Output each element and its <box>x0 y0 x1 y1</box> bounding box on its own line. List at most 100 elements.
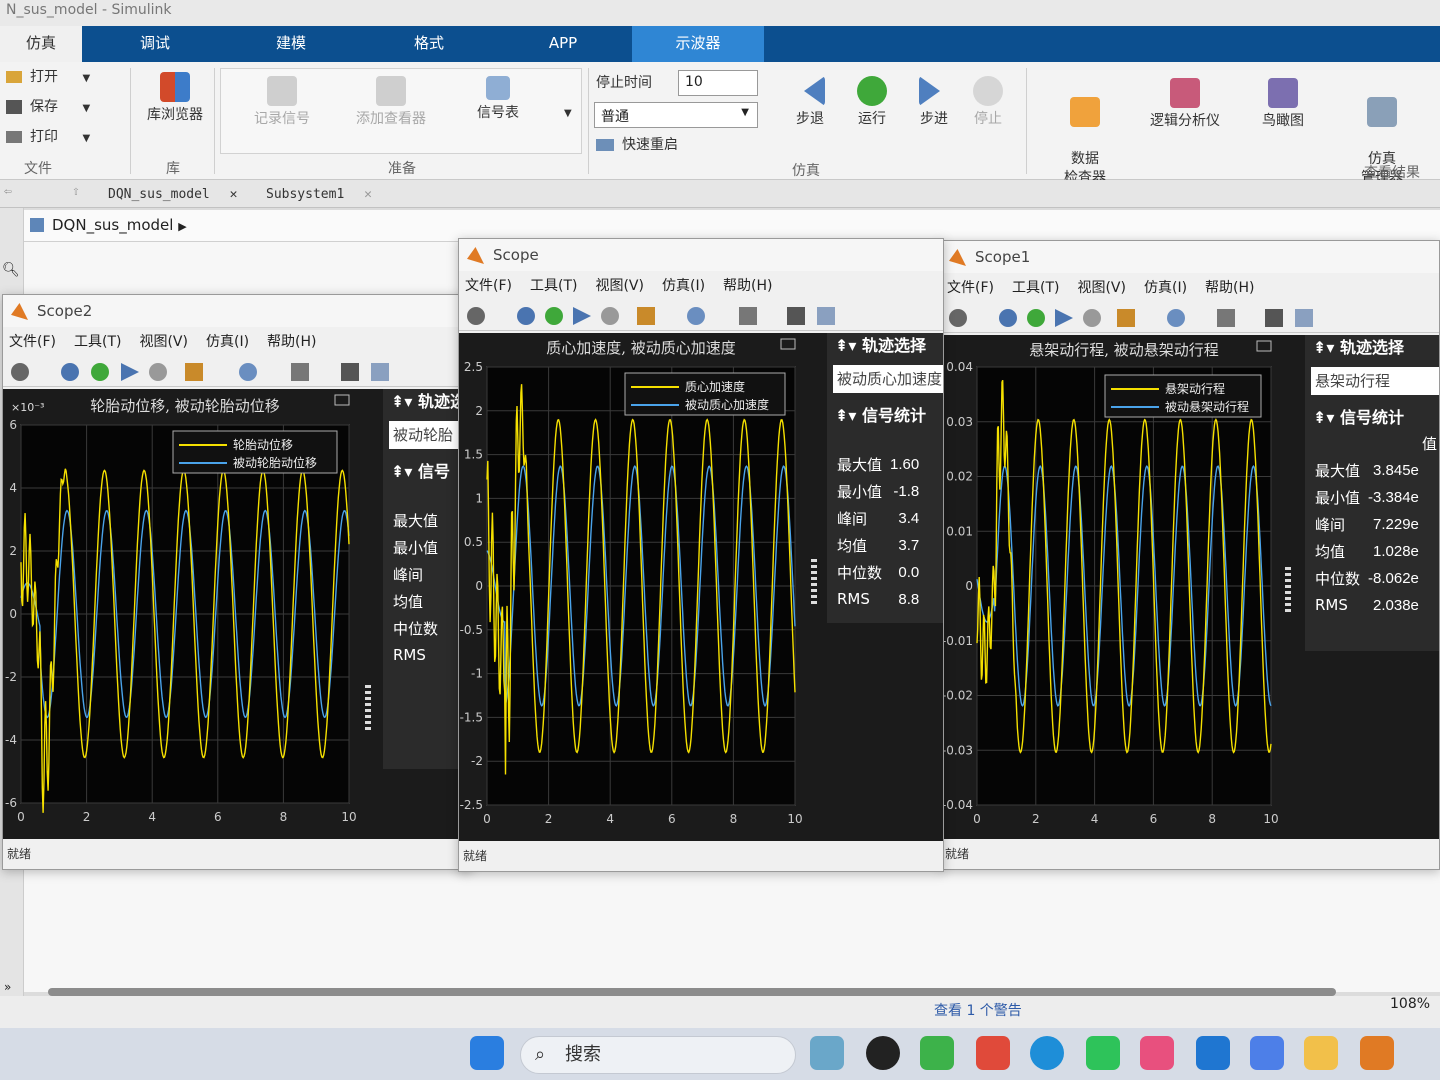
simulation-mode-select[interactable]: 普通 ▼ <box>594 102 758 128</box>
step-forward-button[interactable]: 步进 <box>912 76 956 129</box>
measurements-icon[interactable] <box>371 363 389 381</box>
scope-titlebar[interactable]: Scope <box>459 239 943 271</box>
measurements-icon[interactable] <box>817 307 835 325</box>
run-icon[interactable] <box>545 307 563 325</box>
menu-file[interactable]: 文件(F) <box>465 278 512 294</box>
signal-highlight-icon[interactable] <box>185 363 203 381</box>
frog-app-icon[interactable] <box>920 1036 954 1070</box>
wechat-icon[interactable] <box>1086 1036 1120 1070</box>
warning-link[interactable]: 查看 1 个警告 <box>934 1000 1022 1020</box>
edge-browser-icon[interactable] <box>1030 1036 1064 1070</box>
taskbar-search[interactable]: ⌕ 搜索 <box>520 1036 796 1074</box>
autoscale-icon[interactable] <box>739 307 757 325</box>
tab-modeling[interactable]: 建模 <box>246 26 336 62</box>
windows-start-icon[interactable] <box>470 1036 504 1070</box>
scope-plot[interactable]: 质心加速度, 被动质心加速度 2.5 2 1.5 1 0.5 0 -0.5 -1 -1.5 -2 -2… <box>459 333 825 841</box>
trigger-icon[interactable] <box>341 363 359 381</box>
trace-selection-header[interactable]: ⇞▾ 轨迹选择 <box>1305 335 1439 361</box>
menu-tools[interactable]: 工具(T) <box>1012 280 1059 296</box>
tab-scope[interactable]: 示波器 <box>632 26 764 62</box>
stop-icon[interactable] <box>601 307 619 325</box>
panel-grip[interactable] <box>811 559 817 605</box>
menu-view[interactable]: 视图(V) <box>139 334 188 350</box>
signal-statistics-header[interactable]: ⇞▾ 信号统计 <box>1305 405 1439 431</box>
run-button[interactable]: 运行 <box>850 76 894 129</box>
gallery-app-icon[interactable] <box>1250 1036 1284 1070</box>
vscode-icon[interactable] <box>1196 1036 1230 1070</box>
expand-icon[interactable]: » <box>4 980 11 994</box>
autoscale-icon[interactable] <box>291 363 309 381</box>
scope1-plot[interactable]: 悬架动行程, 被动悬架动行程 0.04 0.03 0.02 0.01 0 -0.01 -0.0… <box>941 335 1301 839</box>
stop-time-input[interactable]: 10 <box>678 70 758 96</box>
stop-icon[interactable] <box>149 363 167 381</box>
step-forward-icon[interactable] <box>573 307 591 325</box>
menu-simulation[interactable]: 仿真(I) <box>1144 280 1187 296</box>
trace-selection-select[interactable]: 被动质心加速度 <box>833 365 943 393</box>
panel-grip[interactable] <box>365 685 371 731</box>
scope-titlebar[interactable]: Scope2 <box>3 295 471 327</box>
gallery-expand-icon[interactable]: ▼ <box>564 104 572 123</box>
gear-icon[interactable] <box>11 363 29 381</box>
stop-button[interactable]: 停止 <box>966 76 1010 129</box>
signal-statistics-header[interactable]: ⇞▾ 信号统计 <box>827 403 943 429</box>
back-icon[interactable]: ⇦ <box>4 184 12 199</box>
print-button[interactable]: 打印 ▼ <box>6 128 90 148</box>
tab-format[interactable]: 格式 <box>384 26 474 62</box>
menu-help[interactable]: 帮助(H) <box>723 278 772 294</box>
add-viewer-button[interactable]: 添加查看器 <box>346 76 436 129</box>
up-icon[interactable]: ⇧ <box>72 184 80 199</box>
birds-eye-button[interactable]: 鸟瞰图 <box>1252 78 1314 131</box>
zoom-in-icon[interactable] <box>1167 309 1185 327</box>
menu-view[interactable]: 视图(V) <box>595 278 644 294</box>
bilibili-icon[interactable] <box>1140 1036 1174 1070</box>
step-back-icon[interactable] <box>61 363 79 381</box>
trigger-icon[interactable] <box>787 307 805 325</box>
autoscale-icon[interactable] <box>1217 309 1235 327</box>
horizontal-scrollbar[interactable] <box>48 988 1336 996</box>
step-back-icon[interactable] <box>517 307 535 325</box>
tab-simulation[interactable]: 仿真 <box>0 26 82 62</box>
run-icon[interactable] <box>1027 309 1045 327</box>
zoom-icon[interactable]: 🔍︎ <box>2 262 20 278</box>
step-forward-icon[interactable] <box>121 363 139 381</box>
record-signal-button[interactable]: 记录信号 <box>244 76 320 129</box>
matlab-icon[interactable] <box>1360 1036 1394 1070</box>
gear-icon[interactable] <box>949 309 967 327</box>
menu-help[interactable]: 帮助(H) <box>267 334 316 350</box>
close-icon[interactable]: ✕ <box>364 187 372 202</box>
qq-icon[interactable] <box>866 1036 900 1070</box>
tab-debug[interactable]: 调试 <box>110 26 200 62</box>
menu-tools[interactable]: 工具(T) <box>74 334 121 350</box>
signal-highlight-icon[interactable] <box>637 307 655 325</box>
stop-icon[interactable] <box>1083 309 1101 327</box>
menu-file[interactable]: 文件(F) <box>947 280 994 296</box>
tab-apps[interactable]: APP <box>518 26 608 62</box>
dolphin-app-icon[interactable] <box>810 1036 844 1070</box>
library-browser-button[interactable]: 库浏览器 <box>140 72 210 125</box>
doc-tab-model[interactable]: DQN_sus_model ✕ <box>108 184 237 206</box>
menu-view[interactable]: 视图(V) <box>1077 280 1126 296</box>
signal-highlight-icon[interactable] <box>1117 309 1135 327</box>
panel-grip[interactable] <box>1285 567 1291 613</box>
menu-file[interactable]: 文件(F) <box>9 334 56 350</box>
scope2-plot[interactable]: 轮胎动位移, 被动轮胎动位移×10⁻³6420-2-4-60 2 4 6 8 10轮胎动位… <box>3 389 381 829</box>
doc-tab-subsystem[interactable]: Subsystem1 ✕ <box>266 184 372 206</box>
step-forward-icon[interactable] <box>1055 309 1073 327</box>
step-back-icon[interactable] <box>999 309 1017 327</box>
signal-table-button[interactable]: 信号表 <box>470 76 526 123</box>
fast-restart-toggle[interactable]: 快速重启 <box>596 136 678 155</box>
menu-tools[interactable]: 工具(T) <box>530 278 577 294</box>
zoom-in-icon[interactable] <box>239 363 257 381</box>
logic-analyzer-button[interactable]: 逻辑分析仪 <box>1144 78 1226 131</box>
menu-simulation[interactable]: 仿真(I) <box>206 334 249 350</box>
run-icon[interactable] <box>91 363 109 381</box>
file-explorer-icon[interactable] <box>1304 1036 1338 1070</box>
open-button[interactable]: 打开 ▼ <box>6 68 90 88</box>
step-back-button[interactable]: 步退 <box>788 76 832 129</box>
zotero-icon[interactable] <box>976 1036 1010 1070</box>
trace-selection-header[interactable]: ⇞▾ 轨迹选择 <box>827 333 943 359</box>
close-icon[interactable]: ✕ <box>230 187 238 202</box>
menu-simulation[interactable]: 仿真(I) <box>662 278 705 294</box>
scope-titlebar[interactable]: Scope1 <box>941 241 1439 273</box>
measurements-icon[interactable] <box>1295 309 1313 327</box>
